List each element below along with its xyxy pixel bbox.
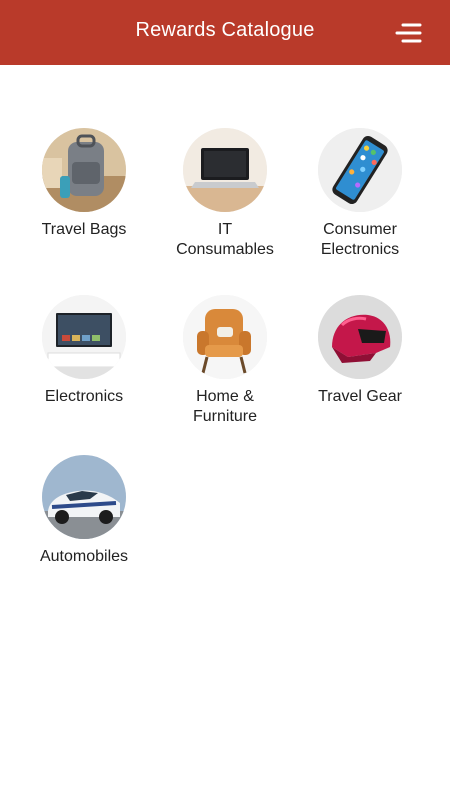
category-label: Travel Bags: [41, 221, 127, 238]
category-tile-electronics[interactable]: Electronics: [24, 295, 144, 407]
travel-gear-image: [318, 295, 402, 379]
consumer-electronics-image: [318, 128, 402, 212]
category-label: Electronics: [44, 388, 124, 405]
category-tile-automobiles[interactable]: Automobiles: [24, 455, 144, 567]
category-tile-home-furniture[interactable]: Home & Furniture: [165, 295, 285, 427]
category-label: Automobiles: [39, 548, 129, 565]
category-label: IT Consumables: [176, 221, 274, 258]
category-tile-travel-gear[interactable]: Travel Gear: [300, 295, 420, 407]
automobiles-image: [42, 455, 126, 539]
category-label: Consumer Electronics: [320, 221, 400, 258]
travel-bags-image: [42, 128, 126, 212]
home-furniture-image: [183, 295, 267, 379]
category-tile-it-consumables[interactable]: IT Consumables: [165, 128, 285, 260]
electronics-image: [42, 295, 126, 379]
category-label: Travel Gear: [318, 388, 402, 405]
it-consumables-image: [183, 128, 267, 212]
category-label: Home & Furniture: [192, 388, 258, 425]
category-tile-consumer-electronics[interactable]: Consumer Electronics: [300, 128, 420, 260]
category-grid: Travel Bags IT Consumables Consumer Elec…: [0, 0, 450, 800]
category-tile-travel-bags[interactable]: Travel Bags: [24, 128, 144, 240]
